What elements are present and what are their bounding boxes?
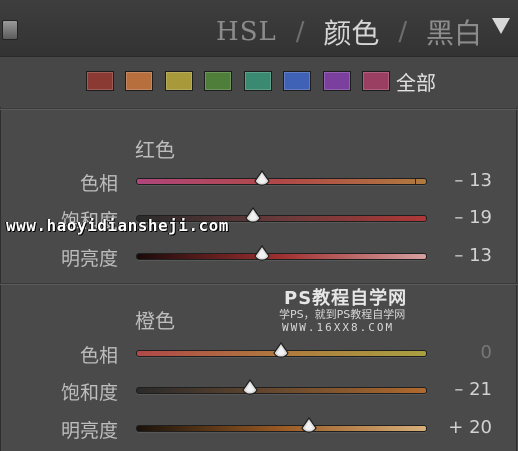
value-orange-luminance: + 20 [448,417,492,438]
slider-track-red-luminance[interactable] [136,253,427,260]
color-swatch-row: 全部 [0,57,518,107]
slider-thumb[interactable] [252,170,272,192]
swatch-green[interactable] [204,71,232,91]
section-title-orange: 橙色 [135,309,175,333]
tab-color[interactable]: 颜色 [323,17,379,50]
triangle-down-icon[interactable] [492,18,510,34]
row-label-red-luminance: 明亮度 [60,248,118,270]
row-label-orange-luminance: 明亮度 [60,420,118,442]
swatch-aqua[interactable] [244,71,272,91]
panel-tabs: HSL / 颜色 / 黑白 [216,12,482,52]
value-orange-saturation: – 21 [454,379,492,400]
slider-center-tick [415,179,416,184]
slider-track-orange-luminance[interactable] [136,425,427,432]
watermark-subtitle: 学PS，就到PS教程自学网 [279,308,406,321]
slider-track-orange-saturation[interactable] [136,387,427,394]
slider-thumb-icon [253,245,270,261]
section-divider [0,108,518,110]
watermark-url: www.haoyidiansheji.com [6,216,229,235]
slider-thumb[interactable] [252,245,272,267]
all-colors-label[interactable]: 全部 [396,67,436,96]
swatch-magenta[interactable] [362,71,390,91]
slider-thumb-icon [301,417,318,433]
swatch-blue[interactable] [283,71,311,91]
slider-thumb-icon [245,207,261,223]
slider-thumb[interactable] [240,379,260,401]
swatch-purple[interactable] [323,71,351,91]
slider-thumb-icon [253,170,270,186]
section-title-red: 红色 [135,138,175,162]
value-red-saturation: – 19 [454,207,492,228]
slider-thumb[interactable] [243,207,263,229]
tab-separator: / [295,17,305,47]
slider-thumb[interactable] [271,342,291,364]
row-label-red-hue: 色相 [79,173,118,195]
value-red-hue: – 13 [454,170,492,191]
value-orange-hue: 0 [480,342,492,363]
swatch-red[interactable] [86,71,114,91]
swatch-orange[interactable] [125,71,153,91]
section-divider [0,283,518,285]
slider-thumb-icon [272,342,289,358]
tab-black-white[interactable]: 黑白 [426,17,482,50]
watermark-site: WWW.16XX8.COM [282,321,395,334]
panel-frame-right [516,57,517,451]
slider-thumb[interactable] [299,417,319,439]
swatch-yellow[interactable] [165,71,193,91]
row-label-orange-saturation: 饱和度 [60,382,118,404]
panel-header: HSL / 颜色 / 黑白 [0,0,518,57]
tab-separator: / [398,17,408,47]
slider-track-red-hue[interactable] [136,178,427,185]
tab-hsl[interactable]: HSL [216,17,277,47]
value-red-luminance: – 13 [454,245,492,266]
row-label-orange-hue: 色相 [79,345,118,367]
panel-toggle-switch[interactable] [2,20,18,40]
slider-thumb-icon [242,379,258,395]
